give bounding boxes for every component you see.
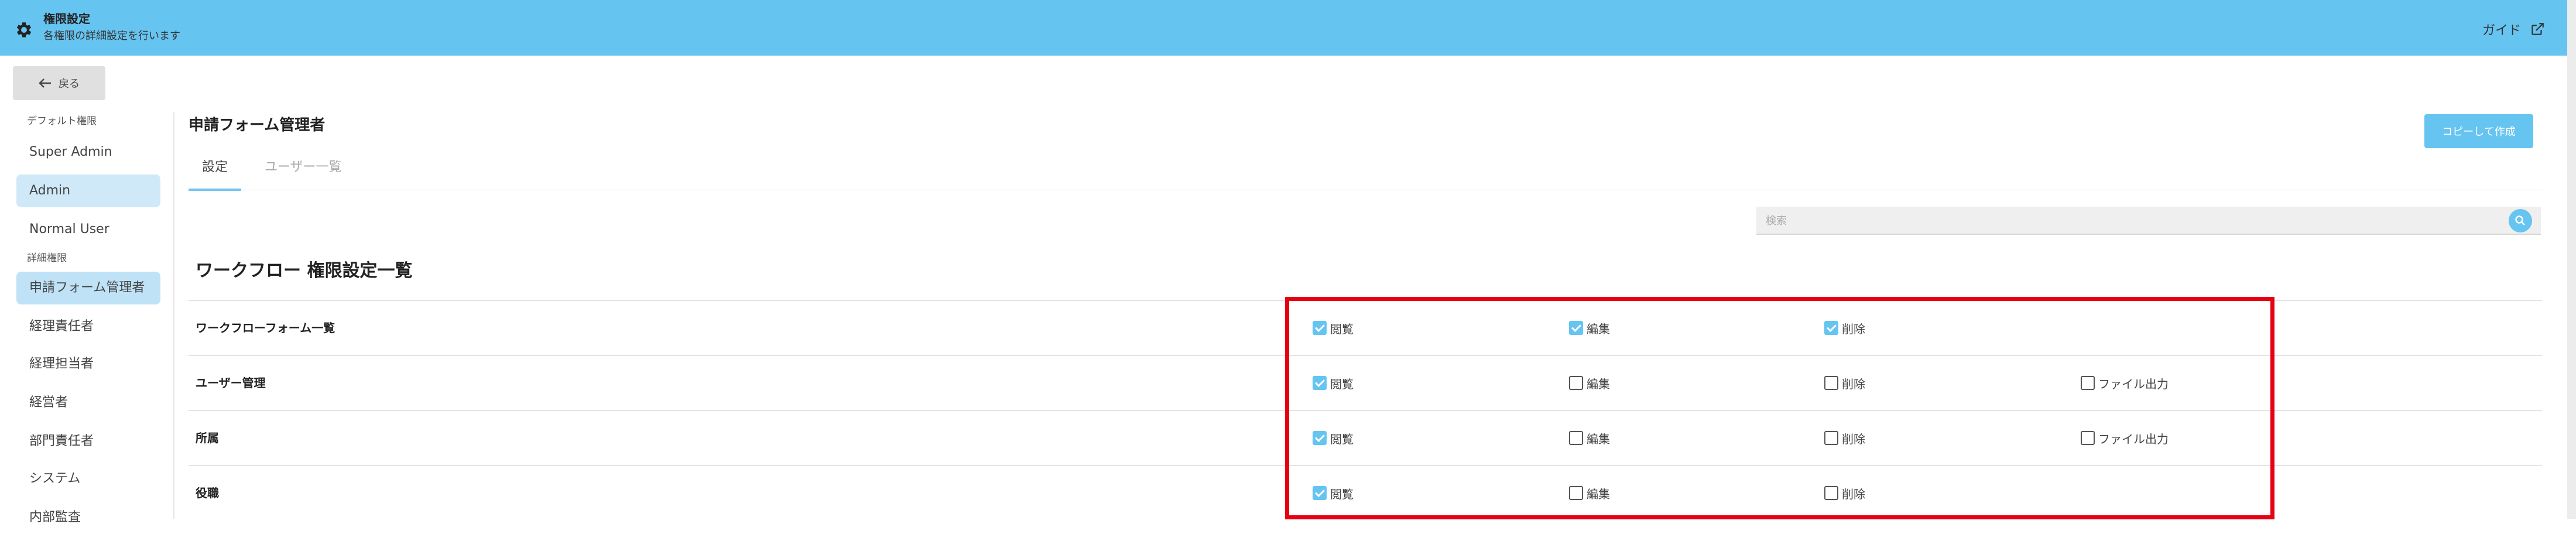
checkbox-label: 閲覧 bbox=[1330, 432, 1354, 446]
checkbox[interactable] bbox=[1569, 431, 1583, 445]
sidebar-item-admin[interactable]: Admin bbox=[16, 174, 160, 207]
checkbox[interactable] bbox=[1824, 376, 1838, 390]
checkbox-label: 削除 bbox=[1842, 487, 1865, 501]
row-label: 役職 bbox=[196, 486, 219, 500]
checkbox-edit[interactable]: 編集 bbox=[1569, 375, 1610, 391]
checkbox-label: 閲覧 bbox=[1330, 376, 1354, 391]
checkbox-label: 編集 bbox=[1587, 432, 1610, 446]
section-title: ワークフロー 権限設定一覧 bbox=[196, 261, 413, 281]
back-label: 戻る bbox=[59, 78, 80, 90]
table-row: 所属 閲覧 編集 削除 ファイル出力 bbox=[189, 410, 2542, 465]
checkbox-label: 閲覧 bbox=[1330, 487, 1354, 501]
row-label: 所属 bbox=[196, 431, 219, 445]
checkbox[interactable] bbox=[1569, 321, 1583, 335]
checkbox-label: ファイル出力 bbox=[2098, 432, 2169, 446]
checkbox-delete[interactable]: 削除 bbox=[1824, 485, 1865, 501]
arrow-left-icon bbox=[39, 78, 51, 88]
copy-create-button[interactable]: コピーして作成 bbox=[2424, 114, 2533, 148]
table-row: ユーザー管理 閲覧 編集 削除 ファイル出力 bbox=[189, 355, 2542, 410]
sidebar: デフォルト権限 Super Admin Admin Normal User 詳細… bbox=[0, 105, 170, 525]
app-title: 権限設定 bbox=[43, 12, 90, 26]
checkbox[interactable] bbox=[2081, 431, 2095, 445]
table-row: 役職 閲覧 編集 削除 bbox=[189, 465, 2542, 520]
tab-settings[interactable]: 設定 bbox=[189, 151, 241, 191]
back-button[interactable]: 戻る bbox=[13, 66, 105, 100]
checkbox-delete[interactable]: 削除 bbox=[1824, 375, 1865, 391]
tab-user-list[interactable]: ユーザー一覧 bbox=[265, 151, 342, 189]
checkbox[interactable] bbox=[1569, 376, 1583, 390]
table-row: ワークフローフォーム一覧 閲覧 編集 削除 bbox=[189, 300, 2542, 355]
app-subtitle: 各権限の詳細設定を行います bbox=[43, 30, 180, 42]
vertical-scrollbar[interactable] bbox=[2567, 0, 2576, 519]
sidebar-section-detail: 詳細権限 bbox=[27, 252, 67, 264]
checkbox[interactable] bbox=[1824, 486, 1838, 500]
checkbox[interactable] bbox=[1313, 321, 1327, 335]
app-header: 権限設定 各権限の詳細設定を行います ガイド bbox=[0, 0, 2567, 56]
checkbox[interactable] bbox=[2081, 376, 2095, 390]
checkbox-label: 編集 bbox=[1587, 376, 1610, 391]
sidebar-item-accounting-staff[interactable]: 経理担当者 bbox=[16, 348, 160, 381]
row-label: ユーザー管理 bbox=[196, 376, 266, 390]
checkbox[interactable] bbox=[1824, 321, 1838, 335]
checkbox[interactable] bbox=[1824, 431, 1838, 445]
sidebar-divider bbox=[173, 112, 174, 519]
checkbox-delete[interactable]: 削除 bbox=[1824, 320, 1865, 336]
guide-label: ガイド bbox=[2482, 23, 2522, 38]
search-icon bbox=[2515, 215, 2525, 225]
sidebar-item-system[interactable]: システム bbox=[16, 463, 160, 495]
page-title: 申請フォーム管理者 bbox=[189, 117, 326, 134]
checkbox-view[interactable]: 閲覧 bbox=[1313, 375, 1354, 391]
checkbox-view[interactable]: 閲覧 bbox=[1313, 430, 1354, 446]
sidebar-item-accounting-manager[interactable]: 経理責任者 bbox=[16, 310, 160, 343]
checkbox-view[interactable]: 閲覧 bbox=[1313, 320, 1354, 336]
sidebar-section-default: デフォルト権限 bbox=[27, 115, 97, 127]
sidebar-item-super-admin[interactable]: Super Admin bbox=[16, 136, 160, 169]
external-link-icon bbox=[2532, 23, 2544, 35]
sidebar-item-form-admin[interactable]: 申請フォーム管理者 bbox=[16, 272, 160, 304]
checkbox-label: 閲覧 bbox=[1330, 321, 1354, 336]
guide-link[interactable]: ガイド bbox=[2482, 20, 2545, 39]
checkbox-edit[interactable]: 編集 bbox=[1569, 320, 1610, 336]
checkbox[interactable] bbox=[1569, 486, 1583, 500]
gear-icon bbox=[16, 22, 32, 37]
checkbox-delete[interactable]: 削除 bbox=[1824, 430, 1865, 446]
search-bar bbox=[1756, 207, 2541, 235]
checkbox-view[interactable]: 閲覧 bbox=[1313, 485, 1354, 501]
checkbox-edit[interactable]: 編集 bbox=[1569, 485, 1610, 501]
search-button[interactable] bbox=[2509, 209, 2532, 232]
checkbox-label: ファイル出力 bbox=[2098, 376, 2169, 391]
checkbox-label: 削除 bbox=[1842, 432, 1865, 446]
checkbox-label: 削除 bbox=[1842, 376, 1865, 391]
sidebar-item-internal-audit[interactable]: 内部監査 bbox=[16, 501, 160, 534]
checkbox-label: 編集 bbox=[1587, 321, 1610, 336]
sidebar-item-dept-manager[interactable]: 部門責任者 bbox=[16, 425, 160, 458]
sidebar-item-normal-user[interactable]: Normal User bbox=[16, 213, 160, 246]
checkbox-file-export[interactable]: ファイル出力 bbox=[2081, 375, 2169, 391]
row-label: ワークフローフォーム一覧 bbox=[196, 321, 335, 335]
checkbox-file-export[interactable]: ファイル出力 bbox=[2081, 430, 2169, 446]
sidebar-item-executive[interactable]: 経営者 bbox=[16, 386, 160, 419]
checkbox-edit[interactable]: 編集 bbox=[1569, 430, 1610, 446]
checkbox-label: 編集 bbox=[1587, 487, 1610, 501]
checkbox[interactable] bbox=[1313, 431, 1327, 445]
checkbox[interactable] bbox=[1313, 486, 1327, 500]
search-input[interactable] bbox=[1765, 211, 2499, 230]
checkbox-label: 削除 bbox=[1842, 321, 1865, 336]
checkbox[interactable] bbox=[1313, 376, 1327, 390]
